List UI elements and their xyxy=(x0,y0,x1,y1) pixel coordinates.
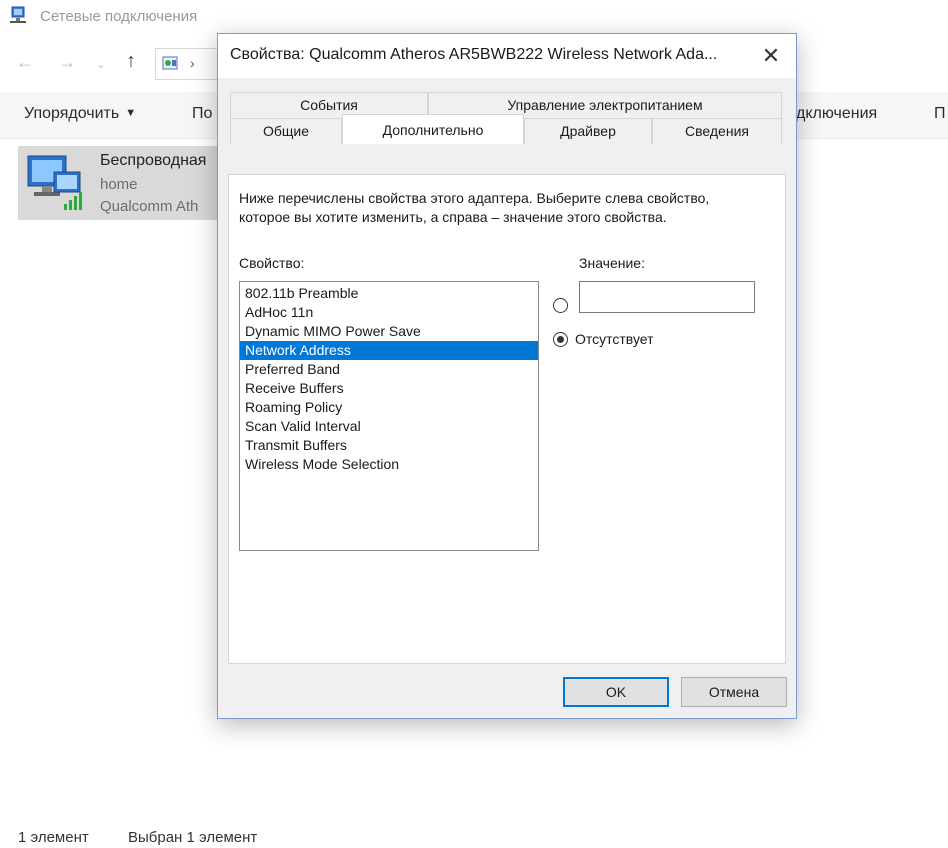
list-item[interactable]: Scan Valid Interval xyxy=(240,417,538,436)
explorer-titlebar: Сетевые подключения xyxy=(0,0,948,32)
list-item[interactable]: Transmit Buffers xyxy=(240,436,538,455)
ok-button[interactable]: OK xyxy=(563,677,669,707)
list-item[interactable]: Receive Buffers xyxy=(240,379,538,398)
list-item[interactable]: Wireless Mode Selection xyxy=(240,455,538,474)
up-arrow-icon[interactable]: ↑ xyxy=(126,50,136,73)
tab-row-bottom: Общие Дополнительно Драйвер Сведения xyxy=(228,114,786,144)
tab-driver[interactable]: Драйвер xyxy=(524,118,652,144)
connection-name: Беспроводная xyxy=(100,152,207,169)
list-item-selected[interactable]: Network Address xyxy=(240,341,538,360)
adapter-properties-dialog: Свойства: Qualcomm Atheros AR5BWB222 Wir… xyxy=(217,33,797,719)
absent-radio-dot xyxy=(557,336,564,343)
ribbon-command-edge[interactable]: П xyxy=(934,105,946,123)
panel-description: Ниже перечислены свойства этого адаптера… xyxy=(239,190,710,225)
organize-menu[interactable]: Упорядочить ▼ xyxy=(24,105,136,123)
status-bar: 1 элемент Выбран 1 элемент xyxy=(0,826,948,848)
control-panel-icon xyxy=(162,55,180,73)
value-radio[interactable] xyxy=(553,298,568,313)
window-title: Сетевые подключения xyxy=(40,8,198,25)
dialog-titlebar: Свойства: Qualcomm Atheros AR5BWB222 Wir… xyxy=(218,34,796,78)
value-input[interactable] xyxy=(579,281,755,313)
selected-count: Выбран 1 элемент xyxy=(128,829,258,846)
property-label: Свойство: xyxy=(239,255,305,271)
forward-arrow-icon[interactable]: → xyxy=(58,52,76,73)
address-separator: › xyxy=(190,55,195,71)
ribbon-command-partial[interactable]: По xyxy=(192,105,212,123)
connection-adapter: Qualcomm Ath xyxy=(100,198,199,215)
dialog-title: Свойства: Qualcomm Atheros AR5BWB222 Wir… xyxy=(230,46,718,63)
tab-general[interactable]: Общие xyxy=(230,118,342,144)
absent-radio[interactable] xyxy=(553,332,568,347)
network-connections-icon xyxy=(10,6,28,24)
cancel-button[interactable]: Отмена xyxy=(681,677,787,707)
tab-details[interactable]: Сведения xyxy=(652,118,782,144)
tab-advanced[interactable]: Дополнительно xyxy=(342,114,524,144)
organize-dropdown-icon: ▼ xyxy=(125,107,137,119)
list-item[interactable]: Dynamic MIMO Power Save xyxy=(240,322,538,341)
list-item[interactable]: 802.11b Preamble xyxy=(240,284,538,303)
list-item[interactable]: Roaming Policy xyxy=(240,398,538,417)
list-item[interactable]: AdHoc 11n xyxy=(240,303,538,322)
property-listbox[interactable]: 802.11b Preamble AdHoc 11n Dynamic MIMO … xyxy=(239,281,539,551)
close-icon[interactable]: ✕ xyxy=(756,42,786,70)
connection-network: home xyxy=(100,176,138,193)
item-count: 1 элемент xyxy=(18,829,89,846)
wireless-network-icon xyxy=(24,152,86,214)
back-arrow-icon[interactable]: ← xyxy=(16,52,34,73)
ribbon-command-connections[interactable]: дключения xyxy=(796,105,877,123)
wireless-connection-item[interactable]: Беспроводная home Qualcomm Ath xyxy=(18,146,228,220)
absent-label: Отсутствует xyxy=(575,331,654,347)
value-label: Значение: xyxy=(579,255,645,271)
advanced-tab-panel: Ниже перечислены свойства этого адаптера… xyxy=(228,174,786,664)
recent-locations-chevron-icon[interactable]: ⌄ xyxy=(96,58,105,71)
organize-label: Упорядочить xyxy=(24,105,120,122)
list-item[interactable]: Preferred Band xyxy=(240,360,538,379)
